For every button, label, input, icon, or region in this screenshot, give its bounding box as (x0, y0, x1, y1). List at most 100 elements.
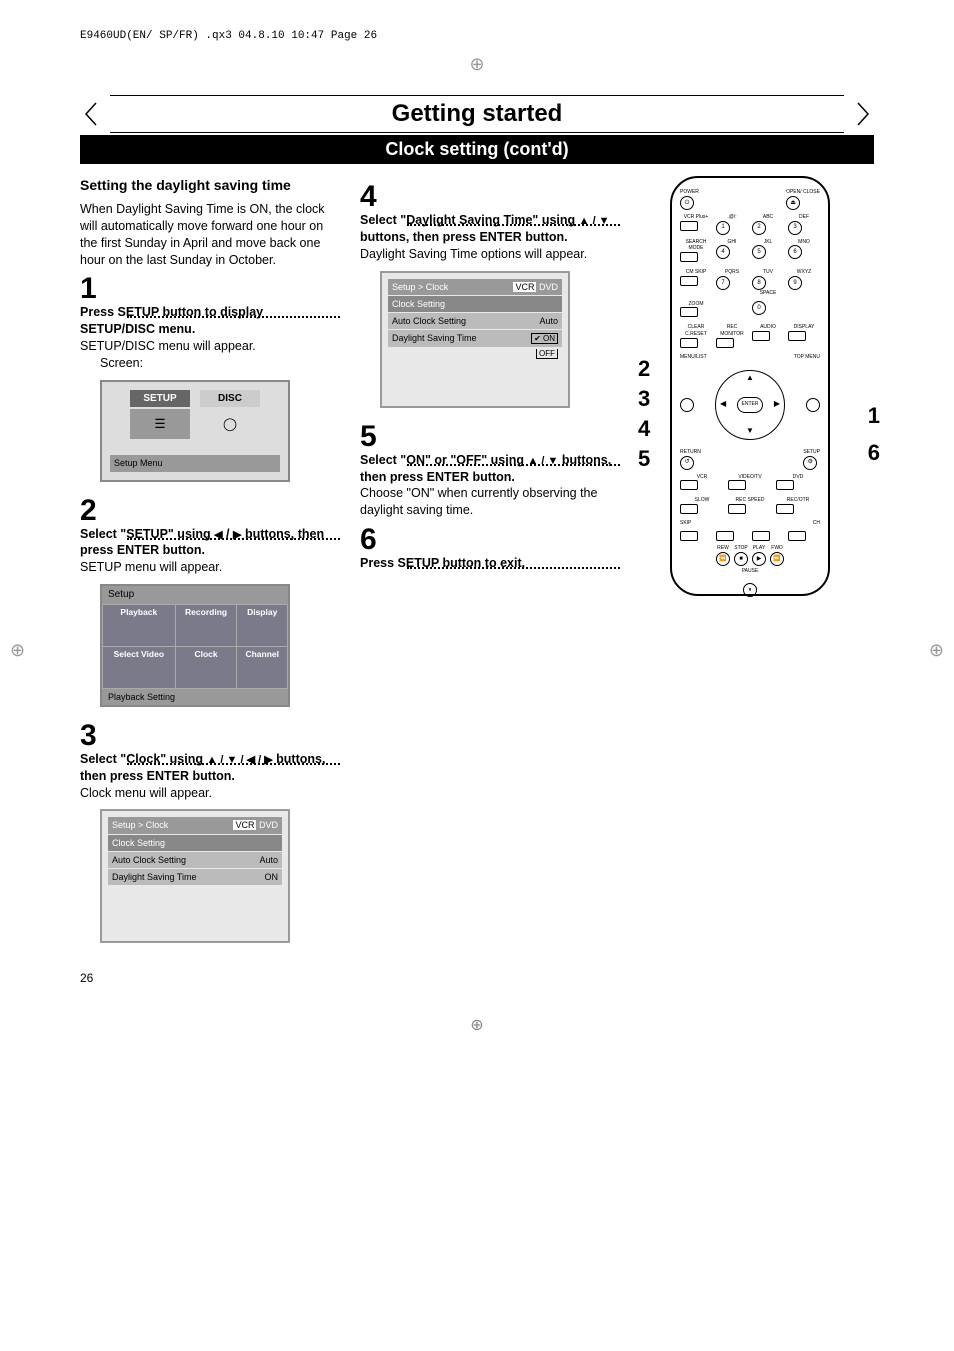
osd-title: Setup > Clock (112, 819, 168, 831)
step-1-instruction: Press SETUP button to display SETUP/DISC… (80, 305, 263, 336)
topmenu-button (806, 398, 820, 412)
remote-diagram: POWER⏻ OPEN/ CLOSE⏏ VCR Plus+ .@/:1 ABC2… (670, 176, 830, 596)
dst-option-off: OFF (536, 349, 558, 359)
ch-up-button (788, 531, 806, 541)
chevron-left-icon (80, 99, 110, 129)
page-number: 26 (80, 971, 874, 985)
return-label: RETURN (680, 449, 701, 456)
play-button: ▶ (752, 552, 766, 566)
enter-button: ENTER (737, 397, 763, 413)
menu-channel: Channel (237, 646, 288, 688)
row4-clock-setting: Clock Setting (392, 298, 445, 310)
step-1-text: SETUP/DISC menu will appear. (80, 338, 340, 355)
stop-button: ■ (734, 552, 748, 566)
eject-button-icon: ⏏ (786, 196, 800, 210)
row-dst: Daylight Saving Time (112, 871, 197, 883)
search-button (680, 252, 698, 262)
topmenu-label: TOP MENU (794, 354, 820, 361)
menu-playback: Playback (103, 604, 176, 646)
skip-label: SKIP (680, 520, 691, 527)
vcrplus-button (680, 221, 698, 231)
registration-mark-right: ⊕ (929, 640, 944, 661)
menu-display: Display (237, 604, 288, 646)
step-3-instruction: Select "Clock" using ▲ / ▼ / ◀ / ▶ butto… (80, 751, 340, 785)
osd-title-4: Setup > Clock (392, 281, 448, 293)
print-header: E9460UD(EN/ SP/FR) .qx3 04.8.10 10:47 Pa… (80, 30, 874, 42)
step-4-instruction: Select "Daylight Saving Time" using ▲ / … (360, 212, 620, 246)
dst-intro: When Daylight Saving Time is ON, the clo… (80, 201, 340, 269)
left-arrow-icon: ◀ (720, 399, 726, 410)
skip-fwd-button (716, 531, 734, 541)
title-banner: Getting started (80, 95, 874, 133)
key-6: 6 (788, 245, 802, 259)
menulist-button (680, 398, 694, 412)
chevron-right-icon (844, 99, 874, 129)
callout-4: 4 (638, 414, 650, 444)
step-6-number: 6 (360, 525, 377, 555)
column-middle: 4 Select "Daylight Saving Time" using ▲ … (360, 176, 620, 951)
audio-button (752, 331, 770, 341)
menu-recording: Recording (175, 604, 237, 646)
disc-tile-icon: ◯ (200, 409, 260, 439)
ch-label: CH (813, 520, 820, 527)
badge-vcr-4: VCR (513, 282, 536, 292)
recmon-button (716, 338, 734, 348)
zoom-button (680, 307, 698, 317)
setup-tile-icon: ☰ (130, 409, 190, 439)
recotr-button (776, 504, 794, 514)
page-title: Getting started (110, 95, 844, 133)
setup-menu-screen: Setup Playback Recording Display Select … (100, 584, 290, 707)
dst-options-screen: Setup > ClockVCR DVD Clock Setting Auto … (380, 271, 570, 408)
setup-disc-footer: Setup Menu (110, 455, 280, 471)
display-button (788, 331, 806, 341)
step-5-text: Choose "ON" when currently observing the… (360, 485, 620, 519)
step-2-text: SETUP menu will appear. (80, 559, 340, 576)
setup-menu-footer: Playback Setting (102, 689, 288, 705)
step-2-number: 2 (80, 496, 97, 526)
clear-button (680, 338, 698, 348)
row4-dst: Daylight Saving Time (392, 332, 477, 345)
key-3: 3 (788, 221, 802, 235)
return-button: ↺ (680, 456, 694, 470)
setup-button: ⚙ (803, 456, 817, 470)
power-label: POWER (680, 189, 699, 196)
key-9: 9 (788, 276, 802, 290)
dpad: ▲ ▼ ◀ ▶ ENTER (715, 370, 785, 440)
callout-2: 2 (638, 354, 650, 384)
rew-button: ⏪ (716, 552, 730, 566)
key-1: 1 (716, 221, 730, 235)
row-clock-setting: Clock Setting (112, 837, 165, 849)
registration-mark-left: ⊕ (10, 640, 25, 661)
up-arrow-icon: ▲ (746, 373, 754, 384)
callout-5: 5 (638, 444, 650, 474)
setup-menu-title: Setup (102, 586, 288, 604)
callout-3: 3 (638, 384, 650, 414)
menu-select-video: Select Video (103, 646, 176, 688)
recspeed-button (728, 504, 746, 514)
key-2: 2 (752, 221, 766, 235)
screen-label: Screen: (100, 355, 340, 372)
power-button-icon: ⏻ (680, 196, 694, 210)
step-3-text: Clock menu will appear. (80, 785, 340, 802)
setup-label: SETUP (803, 449, 820, 456)
badge-dvd-4: DVD (539, 282, 558, 292)
callout-6: 6 (868, 438, 880, 468)
dst-option-on: ✔ ON (531, 333, 558, 344)
menu-clock: Clock (175, 646, 237, 688)
setup-disc-screen: SETUP ☰ DISC ◯ Setup Menu (100, 380, 290, 482)
open-label: OPEN/ CLOSE (786, 189, 820, 196)
step-5-instruction: Select "ON" or "OFF" using ▲ / ▼ buttons… (360, 452, 620, 486)
registration-mark-bottom: ⊕ (80, 1015, 874, 1035)
disc-tile-label: DISC (200, 390, 260, 408)
badge-dvd: DVD (259, 820, 278, 830)
pause-button: ⏸ (743, 583, 757, 597)
dvd-button (776, 480, 794, 490)
key-7: 7 (716, 276, 730, 290)
clock-menu-screen: Setup > ClockVCR DVD Clock Setting Auto … (100, 809, 290, 943)
callout-1: 1 (868, 401, 880, 431)
step-4-number: 4 (360, 182, 377, 212)
slow-button (680, 504, 698, 514)
step-6-instruction: Press SETUP button to exit. (360, 555, 620, 572)
videotv-button (728, 480, 746, 490)
key-0: 0 (752, 301, 766, 315)
